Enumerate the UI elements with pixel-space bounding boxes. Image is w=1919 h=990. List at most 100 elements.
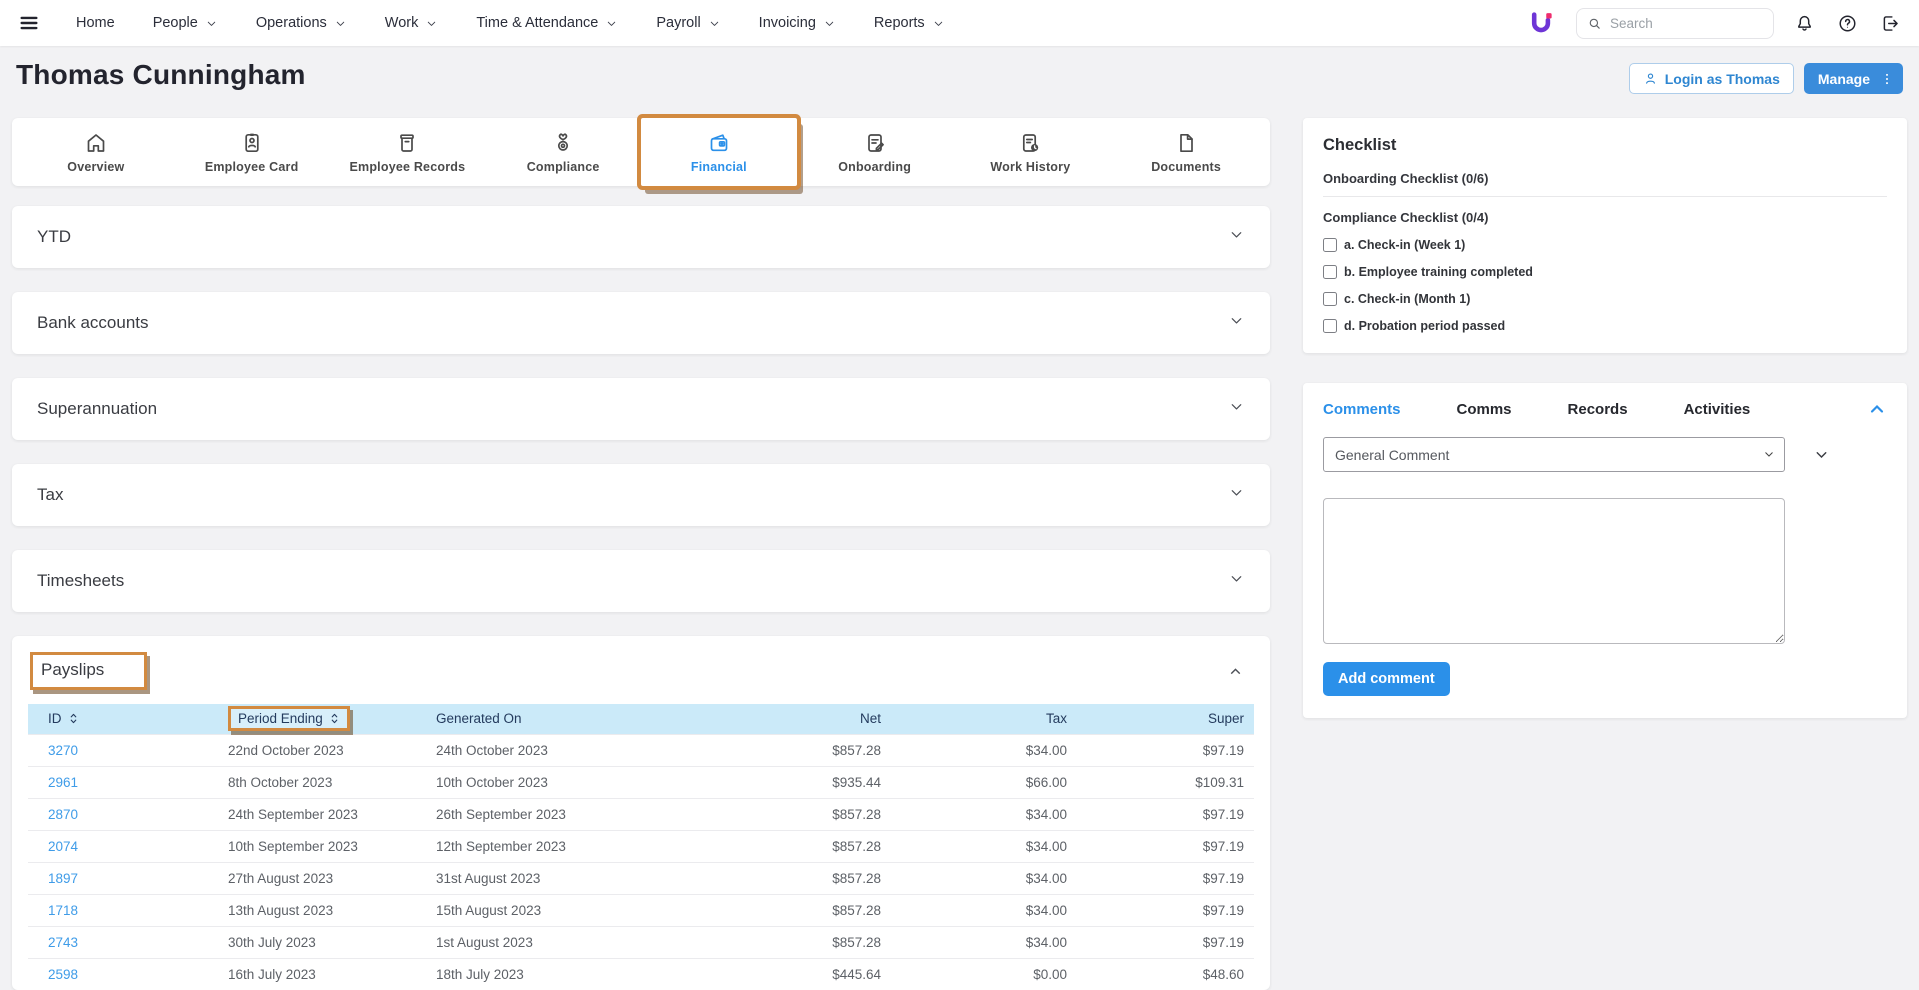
table-row: 1897 27th August 2023 31st August 2023 $… [28, 862, 1254, 894]
chevron-down-icon [425, 17, 438, 30]
section-bank-accounts[interactable]: Bank accounts [12, 292, 1270, 354]
collapse-panel-chevron-up-icon[interactable] [1867, 399, 1887, 419]
cell-generated-on: 24th October 2023 [426, 734, 706, 766]
nav-menu: Home People Operations Work Time & Atten… [76, 15, 945, 31]
tab-label: Overview [67, 160, 124, 174]
payslip-id-link[interactable]: 2961 [48, 775, 78, 790]
checklist-checkbox[interactable] [1323, 292, 1337, 306]
comment-textarea[interactable] [1323, 498, 1785, 644]
login-as-button[interactable]: Login as Thomas [1629, 63, 1794, 94]
manage-button[interactable]: Manage [1804, 63, 1903, 94]
tab-employee-records[interactable]: Employee Records [330, 118, 486, 186]
cell-generated-on: 15th August 2023 [426, 894, 706, 926]
search-input[interactable] [1610, 16, 1763, 31]
cell-id: 1897 [28, 862, 218, 894]
section-timesheets[interactable]: Timesheets [12, 550, 1270, 612]
tab-label: Employee Card [205, 160, 299, 174]
tab-label: Employee Records [350, 160, 466, 174]
nav-item-home[interactable]: Home [76, 15, 115, 31]
person-icon [1643, 71, 1658, 86]
column-label: Period Ending [238, 711, 323, 726]
section-superannuation[interactable]: Superannuation [12, 378, 1270, 440]
comment-type-select-wrap: General Comment [1323, 437, 1785, 472]
tab-employee-card[interactable]: Employee Card [174, 118, 330, 186]
cell-super: $109.31 [1077, 766, 1254, 798]
nav-item-label: People [153, 15, 198, 31]
cell-super: $97.19 [1077, 734, 1254, 766]
tab-compliance[interactable]: Compliance [485, 118, 641, 186]
payslips-header[interactable]: Payslips [28, 652, 1254, 704]
payslip-id-link[interactable]: 1718 [48, 903, 78, 918]
nav-item-time-attendance[interactable]: Time & Attendance [476, 15, 618, 31]
checklist-checkbox[interactable] [1323, 265, 1337, 279]
payslip-id-link[interactable]: 2598 [48, 967, 78, 982]
cell-tax: $34.00 [891, 862, 1077, 894]
comment-type-select[interactable]: General Comment [1323, 437, 1785, 472]
comments-tab-records[interactable]: Records [1568, 401, 1628, 418]
cell-tax: $66.00 [891, 766, 1077, 798]
logout-icon[interactable] [1878, 11, 1903, 36]
chevron-down-icon [1228, 570, 1245, 592]
cell-generated-on: 1st August 2023 [426, 926, 706, 958]
payslip-id-link[interactable]: 3270 [48, 743, 78, 758]
expand-chevron-down-icon[interactable] [1813, 446, 1830, 463]
nav-item-payroll[interactable]: Payroll [656, 15, 720, 31]
bell-icon[interactable] [1792, 11, 1817, 36]
chevron-down-icon [1228, 398, 1245, 420]
sort-icon [329, 712, 340, 725]
app-logo[interactable] [1529, 10, 1556, 37]
tab-financial[interactable]: Financial [641, 118, 797, 186]
tab-work-history[interactable]: Work History [953, 118, 1109, 186]
nav-item-reports[interactable]: Reports [874, 15, 945, 31]
cell-generated-on: 26th September 2023 [426, 798, 706, 830]
cell-id: 2598 [28, 958, 218, 990]
column-header-generated-on: Generated On [426, 704, 706, 734]
cell-net: $857.28 [706, 830, 891, 862]
payslip-id-link[interactable]: 2743 [48, 935, 78, 950]
cell-tax: $34.00 [891, 926, 1077, 958]
nav-item-work[interactable]: Work [385, 15, 439, 31]
comments-panel: Comments Comms Records Activities General C… [1303, 383, 1907, 718]
menu-icon[interactable] [14, 8, 44, 38]
tab-documents[interactable]: Documents [1108, 118, 1264, 186]
comments-tab-activities[interactable]: Activities [1684, 401, 1751, 418]
manage-label: Manage [1818, 71, 1870, 87]
header-actions: Login as Thomas Manage [1629, 63, 1903, 94]
nav-item-people[interactable]: People [153, 15, 218, 31]
table-row: 2074 10th September 2023 12th September … [28, 830, 1254, 862]
search-box [1576, 8, 1774, 39]
payslip-id-link[interactable]: 2074 [48, 839, 78, 854]
column-header-period-ending[interactable]: Period Ending [218, 704, 426, 734]
section-title: Bank accounts [37, 313, 149, 333]
cell-net: $857.28 [706, 734, 891, 766]
nav-item-label: Payroll [656, 15, 700, 31]
checklist-checkbox[interactable] [1323, 238, 1337, 252]
nav-item-operations[interactable]: Operations [256, 15, 347, 31]
column-header-id[interactable]: ID [28, 704, 218, 734]
comments-tab-comments[interactable]: Comments [1323, 401, 1401, 418]
comment-type-row: General Comment [1323, 437, 1887, 472]
chevron-up-icon[interactable] [1227, 663, 1244, 680]
help-icon[interactable] [1835, 11, 1860, 36]
payslip-id-link[interactable]: 1897 [48, 871, 78, 886]
section-tax[interactable]: Tax [12, 464, 1270, 526]
cell-period-ending: 30th July 2023 [218, 926, 426, 958]
nav-item-invoicing[interactable]: Invoicing [759, 15, 836, 31]
table-row: 2598 16th July 2023 18th July 2023 $445.… [28, 958, 1254, 990]
cell-super: $97.19 [1077, 830, 1254, 862]
checklist-item-label: c. Check-in (Month 1) [1344, 292, 1470, 306]
section-ytd[interactable]: YTD [12, 206, 1270, 268]
search-icon [1587, 16, 1602, 31]
checklist-checkbox[interactable] [1323, 319, 1337, 333]
cell-tax: $34.00 [891, 734, 1077, 766]
tab-onboarding[interactable]: Onboarding [797, 118, 953, 186]
payslip-id-link[interactable]: 2870 [48, 807, 78, 822]
add-comment-button[interactable]: Add comment [1323, 662, 1450, 696]
page-header: Thomas Cunningham Login as Thomas Manage [0, 46, 1919, 94]
cell-net: $935.44 [706, 766, 891, 798]
cell-super: $97.19 [1077, 926, 1254, 958]
section-title: Timesheets [37, 571, 124, 591]
tab-overview[interactable]: Overview [18, 118, 174, 186]
comments-tab-comms[interactable]: Comms [1457, 401, 1512, 418]
checklist-item: d. Probation period passed [1323, 319, 1887, 333]
